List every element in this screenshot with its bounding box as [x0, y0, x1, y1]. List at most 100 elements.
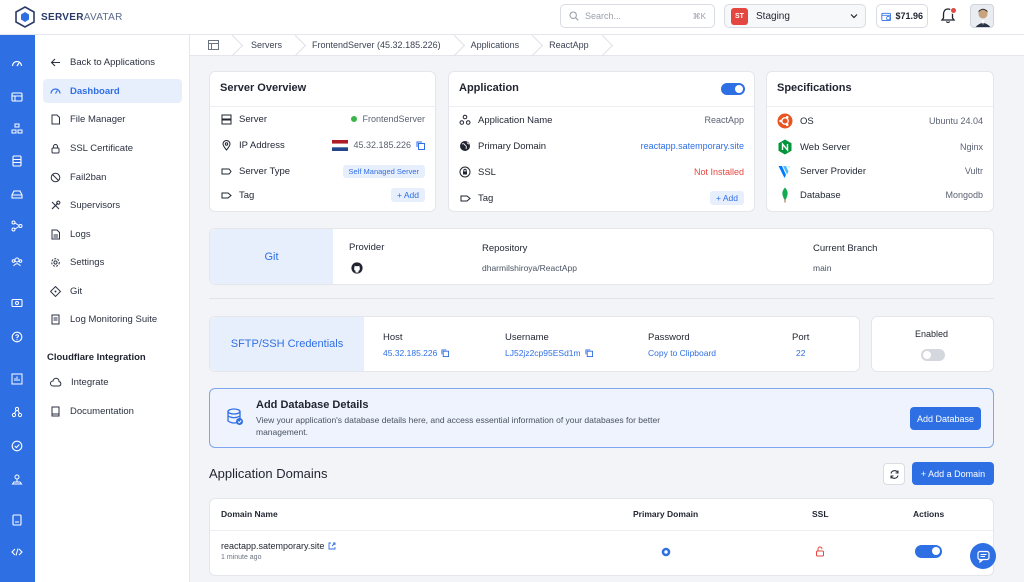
sidebar-item-label: Settings — [70, 256, 105, 268]
gear-icon — [51, 257, 60, 267]
avatar[interactable] — [970, 4, 994, 28]
logo-icon — [15, 6, 35, 28]
copy-icon[interactable] — [416, 141, 425, 150]
sidebar-item-label: Fail2ban — [70, 171, 107, 183]
host-value[interactable]: 45.32.185.226 — [383, 348, 450, 358]
back-label: Back to Applications — [70, 56, 156, 68]
sidebar-item-log-monitoring-suite[interactable]: Log Monitoring Suite — [43, 307, 182, 331]
add-app-tag-button[interactable]: + Add — [710, 191, 744, 205]
copy-password-link[interactable]: Copy to Clipboard — [648, 348, 716, 358]
add-database-banner: Add Database Details View your applicati… — [209, 388, 994, 448]
host-text: 45.32.185.226 — [383, 348, 438, 358]
sftp-title: SFTP/SSH Credentials — [210, 317, 364, 371]
application-toggle[interactable] — [721, 83, 745, 95]
search-placeholder: Search... — [585, 11, 622, 21]
rail-check-icon[interactable] — [9, 438, 25, 454]
sidebar-item-git[interactable]: Git — [43, 279, 182, 303]
wallet-icon — [881, 12, 892, 21]
primary-domain-link[interactable]: reactapp.satemporary.site — [641, 141, 744, 151]
sidebar-item-integrate[interactable]: Integrate — [43, 370, 182, 394]
copy-icon[interactable] — [585, 349, 593, 357]
ssl-row: SSL Not Installed — [459, 164, 744, 180]
sidebar-item-label: Documentation — [70, 405, 134, 417]
app-name-label: Application Name — [478, 114, 553, 126]
server-name: FrontendServer — [362, 114, 425, 124]
sidebar-item-settings[interactable]: Settings — [43, 250, 182, 274]
tag-icon — [459, 192, 471, 204]
domain-text: reactapp.satemporary.site — [221, 541, 325, 551]
chat-button[interactable] — [970, 543, 996, 569]
rail-help-icon[interactable] — [9, 329, 25, 345]
sidebar-item-ssl-certificate[interactable]: SSL Certificate — [43, 136, 182, 160]
rail-cluster-icon[interactable] — [9, 121, 25, 137]
sidebar-item-supervisors[interactable]: Supervisors — [43, 193, 182, 217]
rail-team-icon[interactable] — [9, 254, 25, 270]
sidebar-item-documentation[interactable]: Documentation — [43, 399, 182, 423]
external-link-icon[interactable] — [328, 542, 336, 550]
branch-value: main — [813, 263, 832, 273]
rail-reports-icon[interactable] — [9, 371, 25, 387]
rail-code-icon[interactable] — [9, 544, 25, 560]
sidebar-item-label: Log Monitoring Suite — [70, 313, 158, 325]
git-title: Git — [210, 229, 333, 284]
database-icon — [227, 408, 243, 425]
environment-selector[interactable]: ST Staging — [724, 4, 866, 28]
logo[interactable]: SERVERAVATAR — [14, 6, 123, 28]
ssl-unlocked-icon — [816, 546, 824, 557]
web-server-row: Web Server Nginx — [777, 139, 983, 155]
top-bar: SERVERAVATAR Search... ⌘K ST Staging $71… — [0, 0, 1024, 35]
server-type-row: Server Type Self Managed Server — [220, 163, 425, 179]
col-domain-name: Domain Name — [221, 509, 278, 519]
sidebar-item-dashboard[interactable]: Dashboard — [43, 79, 182, 103]
sidebar-item-label: File Manager — [70, 113, 126, 125]
primary-domain-radio[interactable] — [661, 547, 671, 557]
sidebar-item-file-manager[interactable]: File Manager — [43, 107, 182, 131]
rail-deploy-icon[interactable] — [9, 472, 25, 488]
sidebar-item-label: Git — [70, 285, 83, 297]
add-database-button[interactable]: Add Database — [910, 407, 981, 430]
rail-integrations-icon[interactable] — [9, 404, 25, 420]
refresh-button[interactable] — [883, 463, 905, 485]
sidebar-item-logs[interactable]: Logs — [43, 222, 182, 246]
sidebar-item-label: Supervisors — [70, 199, 121, 211]
domain-name[interactable]: reactapp.satemporary.site — [221, 541, 336, 551]
domain-active-toggle[interactable] — [915, 545, 942, 558]
back-to-applications-link[interactable]: Back to Applications — [43, 50, 182, 74]
app-icon — [459, 114, 471, 126]
breadcrumb-current-app: ReactApp — [535, 35, 605, 56]
database-value: Mongodb — [945, 190, 983, 200]
username-value[interactable]: LJ52jz2cp95ESd1m — [505, 348, 593, 358]
server-value[interactable]: FrontendServer — [351, 114, 425, 124]
search-icon — [569, 11, 579, 21]
ip-value: 45.32.185.226 — [332, 139, 425, 151]
rail-docs-icon[interactable] — [9, 512, 25, 528]
provider-label: Provider — [349, 242, 385, 253]
breadcrumb-home[interactable] — [190, 35, 235, 56]
balance-button[interactable]: $71.96 — [876, 4, 928, 28]
ip-label: IP Address — [239, 139, 285, 151]
rail-network-icon[interactable] — [9, 218, 25, 234]
tools-icon — [51, 200, 61, 209]
repository-value[interactable]: dharmilshiroya/ReactApp — [482, 263, 577, 273]
breadcrumb-applications[interactable]: Applications — [457, 35, 536, 56]
app-tag-row: Tag + Add — [459, 190, 744, 206]
notifications-button[interactable] — [938, 6, 958, 26]
breadcrumb: Servers FrontendServer (45.32.185.226) A… — [190, 35, 1024, 56]
domains-title: Application Domains — [209, 466, 328, 481]
breadcrumb-servers[interactable]: Servers — [235, 35, 298, 56]
rail-servers-icon[interactable] — [9, 89, 25, 105]
table-icon — [208, 40, 219, 50]
breadcrumb-server[interactable]: FrontendServer (45.32.185.226) — [298, 35, 457, 56]
add-server-tag-button[interactable]: + Add — [391, 188, 425, 202]
sidebar-item-fail2ban[interactable]: Fail2ban — [43, 165, 182, 189]
rail-dashboard-icon[interactable] — [9, 56, 25, 72]
sftp-enabled-toggle[interactable] — [921, 349, 945, 361]
rail-database-icon[interactable] — [9, 153, 25, 169]
add-domain-button[interactable]: + Add a Domain — [912, 462, 994, 485]
rail-storage-icon[interactable] — [9, 186, 25, 202]
search-input[interactable]: Search... ⌘K — [560, 4, 715, 28]
port-value: 22 — [796, 348, 806, 358]
copy-icon[interactable] — [441, 349, 450, 357]
mongodb-icon — [777, 187, 793, 203]
rail-billing-icon[interactable] — [9, 295, 25, 311]
